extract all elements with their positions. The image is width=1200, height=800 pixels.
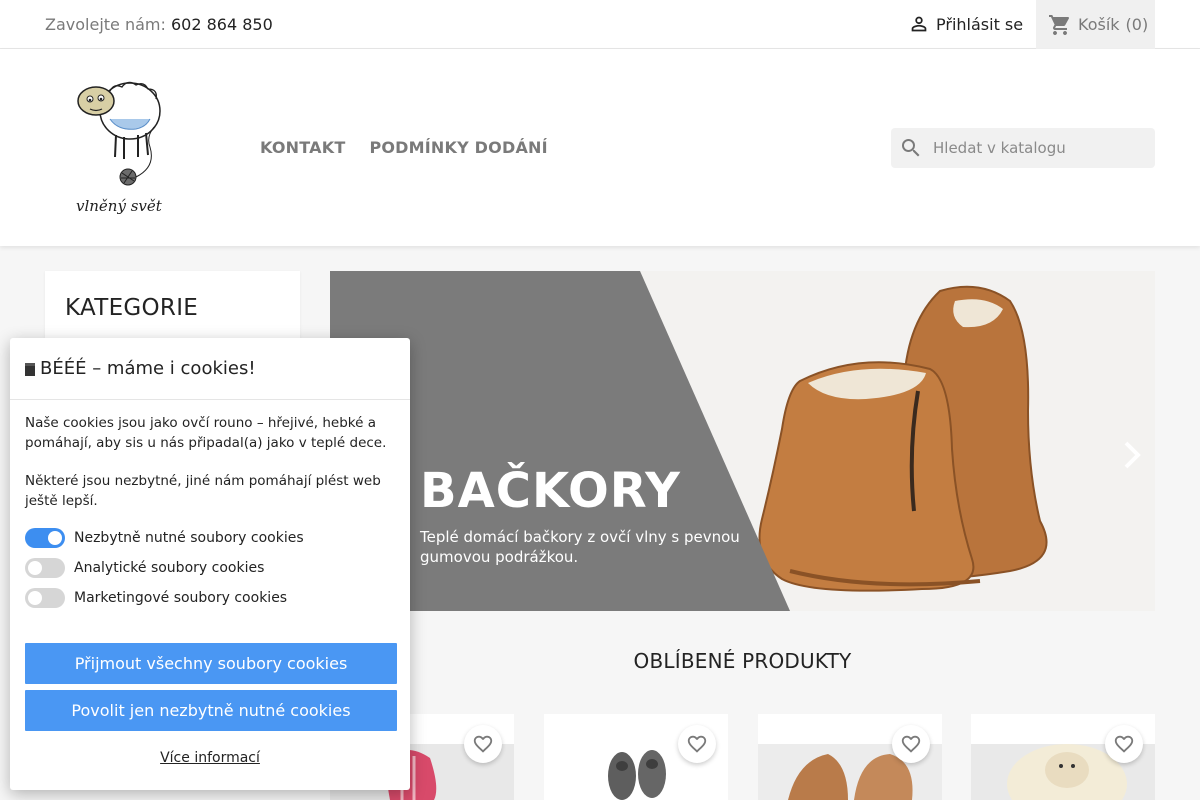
user-icon [911, 16, 927, 32]
heart-icon [1114, 735, 1134, 753]
cookie-text-1: Naše cookies jsou jako ovčí rouno – hřej… [25, 415, 387, 451]
wishlist-button[interactable] [678, 725, 716, 763]
toggle-analytics-row: Analytické soubory cookies [25, 558, 264, 578]
heart-icon [473, 735, 493, 753]
accept-all-button[interactable]: Přijmout všechny soubory cookies [25, 643, 397, 684]
accept-necessary-button[interactable]: Povolit jen nezbytně nutné cookies [25, 690, 397, 731]
toggle-necessary-row: Nezbytně nutné soubory cookies [25, 528, 304, 548]
toggle-necessary-label: Nezbytně nutné soubory cookies [74, 530, 304, 546]
sheep-logo-icon: vlněný svět [76, 81, 163, 215]
header: vlněný svět KONTAKT PODMÍNKY DODÁNÍ [0, 49, 1200, 246]
more-info-link[interactable]: Více informací [10, 750, 410, 766]
product-card[interactable] [758, 714, 942, 800]
cookie-jar-icon [25, 362, 35, 376]
logo[interactable]: vlněný svět [68, 69, 186, 219]
categories-title: KATEGORIE [65, 295, 199, 321]
cookie-dialog: BÉÉÉ – máme i cookies! Naše cookies jsou… [10, 338, 410, 790]
cart-icon [1049, 14, 1070, 35]
chevron-right-icon[interactable] [1120, 437, 1146, 473]
contact-phone: Zavolejte nám: 602 864 850 [45, 15, 273, 34]
product-card[interactable] [544, 714, 728, 800]
cart-button[interactable]: Košík (0) [1036, 0, 1155, 49]
call-label: Zavolejte nám: [45, 15, 166, 34]
heart-icon [687, 735, 707, 753]
toggle-marketing-label: Marketingové soubory cookies [74, 590, 288, 606]
svg-text:vlněný svět: vlněný svět [76, 197, 163, 215]
toggle-marketing[interactable] [25, 588, 65, 608]
hero-slider[interactable]: BAČKORY Teplé domácí bačkory z ovčí vlny… [330, 271, 1155, 611]
wishlist-button[interactable] [464, 725, 502, 763]
search-icon[interactable] [899, 136, 923, 160]
cookie-text-2: Některé jsou nezbytné, jiné nám pomáhají… [25, 473, 381, 509]
toggle-analytics[interactable] [25, 558, 65, 578]
phone-number[interactable]: 602 864 850 [171, 15, 273, 34]
cookie-dialog-title: BÉÉÉ – máme i cookies! [40, 358, 256, 379]
menu-item-kontakt[interactable]: KONTAKT [260, 138, 345, 157]
toggle-marketing-row: Marketingové soubory cookies [25, 588, 287, 608]
wishlist-button[interactable] [892, 725, 930, 763]
product-card[interactable] [971, 714, 1155, 800]
product-list [330, 714, 1155, 800]
slide-text: Teplé domácí bačkory z ovčí vlny s pevno… [420, 528, 740, 566]
slide-title: BAČKORY [420, 463, 681, 519]
cart-label: Košík [1078, 15, 1120, 34]
wishlist-button[interactable] [1105, 725, 1143, 763]
heart-icon [901, 735, 921, 753]
toggle-analytics-label: Analytické soubory cookies [74, 560, 265, 576]
search-input[interactable] [933, 139, 1143, 157]
featured-title: OBLÍBENÉ PRODUKTY [633, 649, 852, 673]
top-bar: Zavolejte nám: 602 864 850 Přihlásit se … [0, 0, 1200, 49]
signin-link[interactable]: Přihlásit se [908, 13, 1023, 35]
toggle-necessary[interactable] [25, 528, 65, 548]
signin-label: Přihlásit se [936, 14, 1024, 34]
cookie-dialog-header: BÉÉÉ – máme i cookies! [10, 338, 410, 400]
search-box [891, 128, 1155, 168]
menu-item-podminky-dodani[interactable]: PODMÍNKY DODÁNÍ [369, 138, 547, 157]
cart-count: (0) [1125, 15, 1149, 34]
main-menu: KONTAKT PODMÍNKY DODÁNÍ [260, 138, 548, 157]
